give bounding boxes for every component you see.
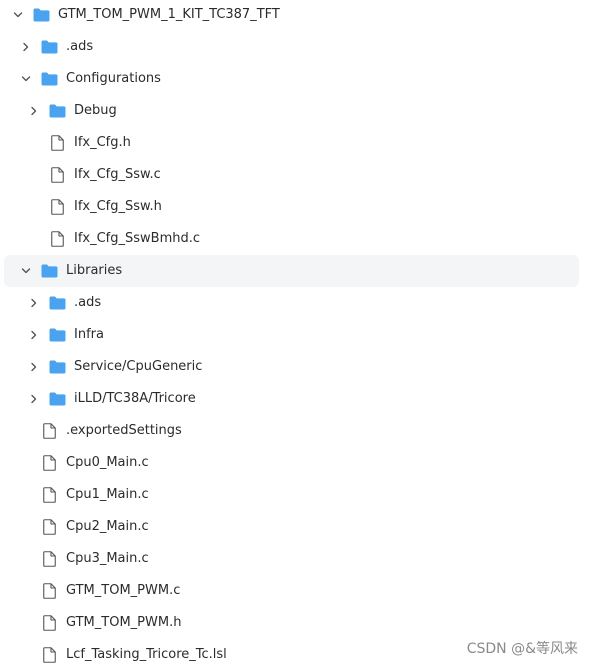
tree-item-label: Cpu0_Main.c — [66, 455, 149, 470]
file-icon — [43, 415, 56, 447]
chevron-right-icon[interactable] — [26, 95, 42, 127]
chevron-right-icon[interactable] — [26, 351, 42, 383]
tree-row-file[interactable]: Ifx_Cfg_Ssw.h — [0, 191, 592, 223]
file-icon — [43, 479, 56, 511]
chevron-right-icon[interactable] — [18, 31, 34, 63]
tree-row-file[interactable]: Ifx_Cfg_Ssw.c — [0, 159, 592, 191]
chevron-down-icon[interactable] — [18, 255, 34, 287]
tree-row-file[interactable]: Cpu0_Main.c — [0, 447, 592, 479]
tree-row-illd[interactable]: iLLD/TC38A/Tricore — [0, 383, 592, 415]
watermark: CSDN @&等风来 — [466, 641, 578, 657]
tree-item-label: Ifx_Cfg_SswBmhd.c — [74, 231, 201, 246]
folder-icon — [49, 95, 66, 127]
tree-row-ads[interactable]: .ads — [0, 31, 592, 63]
tree-row-libraries[interactable]: Libraries — [0, 255, 592, 287]
chevron-down-icon[interactable] — [10, 0, 26, 31]
tree-item-label: .exportedSettings — [66, 423, 182, 438]
tree-item-label: .ads — [66, 39, 94, 54]
chevron-right-icon[interactable] — [26, 287, 42, 319]
tree-row-file[interactable]: Cpu2_Main.c — [0, 511, 592, 543]
file-icon — [51, 191, 64, 223]
file-icon — [43, 447, 56, 479]
file-icon — [43, 511, 56, 543]
file-icon — [43, 639, 56, 667]
folder-icon — [49, 319, 66, 351]
tree-item-label: GTM_TOM_PWM.h — [66, 615, 182, 630]
tree-item-label: Lcf_Tasking_Tricore_Tc.lsl — [66, 647, 227, 662]
tree-item-label: Ifx_Cfg_Ssw.c — [74, 167, 161, 182]
tree-root-label: GTM_TOM_PWM_1_KIT_TC387_TFT — [58, 7, 280, 22]
tree-item-label: Service/CpuGeneric — [74, 359, 203, 374]
tree-item-label: Cpu2_Main.c — [66, 519, 149, 534]
tree-row-debug[interactable]: Debug — [0, 95, 592, 127]
tree-item-label: Configurations — [66, 71, 161, 86]
file-icon — [51, 159, 64, 191]
tree-item-label: GTM_TOM_PWM.c — [66, 583, 181, 598]
tree-item-label: Cpu3_Main.c — [66, 551, 149, 566]
file-icon — [43, 575, 56, 607]
tree-row-configurations[interactable]: Configurations — [0, 63, 592, 95]
tree-row-file[interactable]: GTM_TOM_PWM.h — [0, 607, 592, 639]
tree-row-infra[interactable]: Infra — [0, 319, 592, 351]
folder-icon — [41, 255, 58, 287]
tree-item-label: Debug — [74, 103, 117, 118]
folder-icon — [33, 0, 50, 31]
file-icon — [51, 127, 64, 159]
tree-item-label: Cpu1_Main.c — [66, 487, 149, 502]
tree-item-label: Libraries — [66, 263, 123, 278]
folder-icon — [49, 351, 66, 383]
file-icon — [43, 607, 56, 639]
chevron-right-icon[interactable] — [26, 383, 42, 415]
tree-item-label: Ifx_Cfg.h — [74, 135, 131, 150]
folder-icon — [41, 63, 58, 95]
file-tree: GTM_TOM_PWM_1_KIT_TC387_TFT .ads Configu… — [0, 0, 592, 667]
tree-row-ads[interactable]: .ads — [0, 287, 592, 319]
chevron-down-icon[interactable] — [18, 63, 34, 95]
folder-icon — [49, 287, 66, 319]
tree-item-label: Infra — [74, 327, 104, 342]
tree-row-file[interactable]: Ifx_Cfg.h — [0, 127, 592, 159]
tree-row-file[interactable]: Cpu1_Main.c — [0, 479, 592, 511]
tree-item-label: iLLD/TC38A/Tricore — [74, 391, 196, 406]
file-icon — [43, 543, 56, 575]
tree-row-service-cpugeneric[interactable]: Service/CpuGeneric — [0, 351, 592, 383]
folder-icon — [41, 31, 58, 63]
tree-row-file[interactable]: Cpu3_Main.c — [0, 543, 592, 575]
tree-row-file[interactable]: .exportedSettings — [0, 415, 592, 447]
file-icon — [51, 223, 64, 255]
folder-icon — [49, 383, 66, 415]
tree-row-file[interactable]: GTM_TOM_PWM.c — [0, 575, 592, 607]
tree-item-label: .ads — [74, 295, 102, 310]
chevron-right-icon[interactable] — [26, 319, 42, 351]
tree-item-label: Ifx_Cfg_Ssw.h — [74, 199, 162, 214]
tree-row-file[interactable]: Ifx_Cfg_SswBmhd.c — [0, 223, 592, 255]
tree-row-root[interactable]: GTM_TOM_PWM_1_KIT_TC387_TFT — [0, 0, 592, 31]
